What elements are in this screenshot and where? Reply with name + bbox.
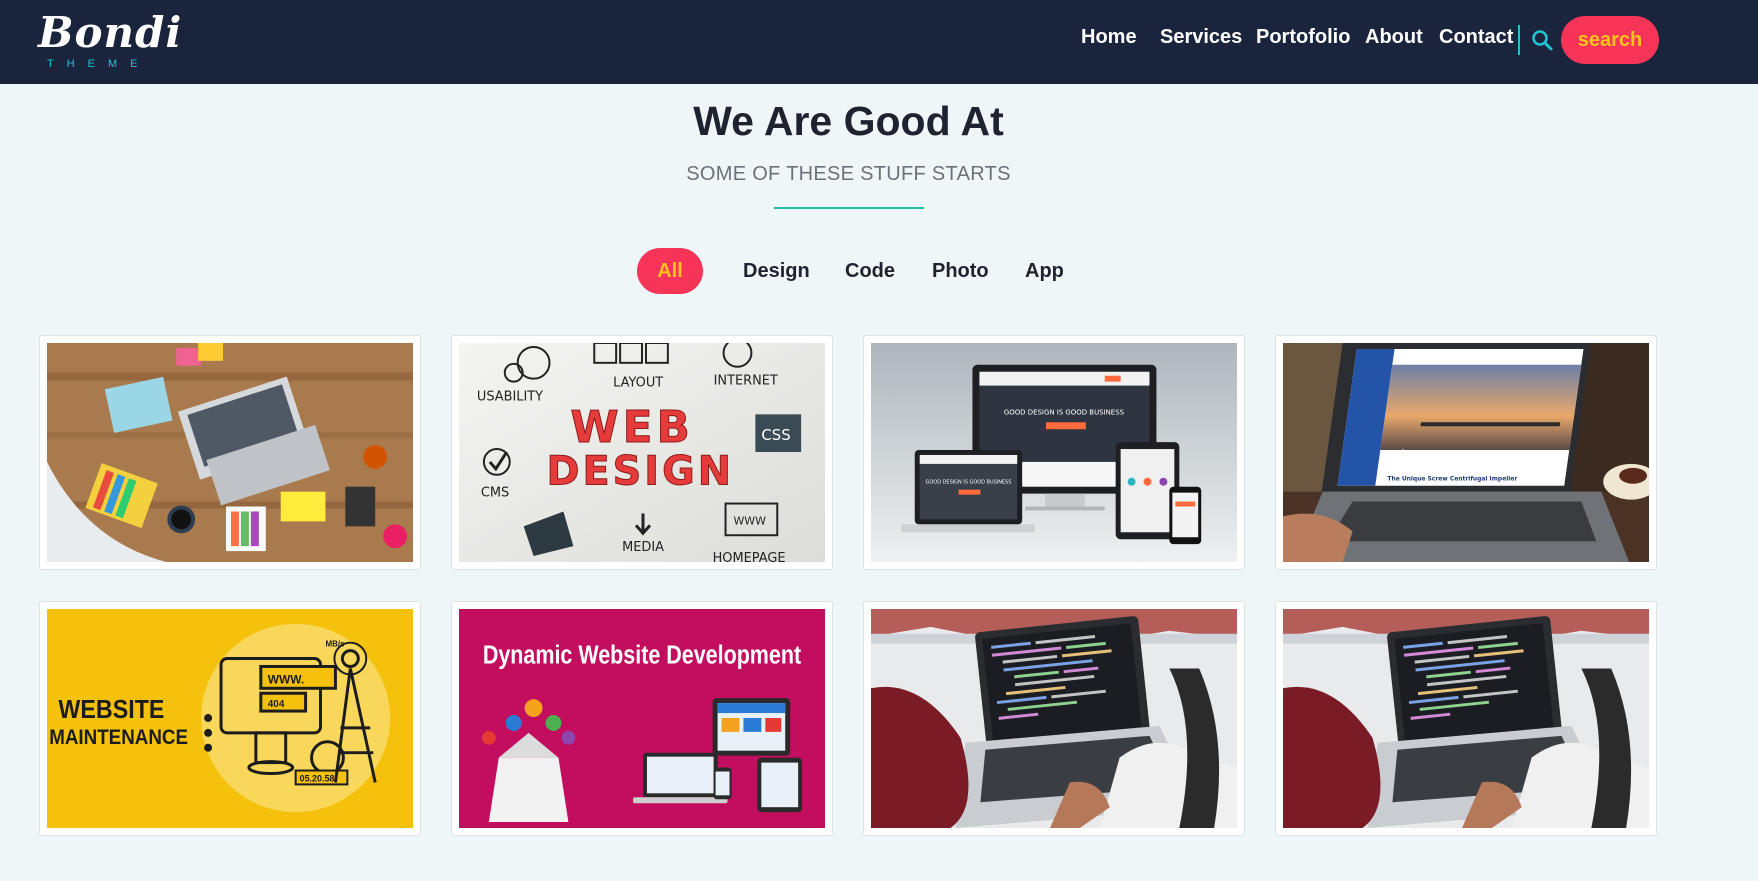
search-button[interactable]: search [1561, 16, 1659, 64]
maintenance-www: WWW. [268, 672, 304, 686]
web-design-image: USABILITY LAYOUT INTERNET WEB DESIGN CSS… [459, 343, 825, 562]
homepage-label: HOMEPAGE [713, 551, 786, 562]
maintenance-title-1: WEBSITE [58, 696, 164, 724]
workspace-laptop-image [47, 343, 413, 562]
nav-contact[interactable]: Contact [1439, 26, 1513, 49]
laptop-website-image: The Pump Experts The Unique Screw Centri… [1283, 343, 1649, 562]
web-label: WEB [570, 402, 693, 453]
internet-label: INTERNET [714, 374, 778, 389]
www-label: WWW [734, 514, 767, 527]
portfolio-item[interactable]: WEBSITE MAINTENANCE WWW. 404 05.20.58 MB… [39, 601, 421, 836]
coding-laptop-image [871, 609, 1237, 828]
usability-label: USABILITY [477, 389, 543, 404]
maintenance-timer: 05.20.58 [300, 773, 335, 783]
maintenance-title-2: MAINTENANCE [49, 726, 188, 749]
design-label: DESIGN [547, 449, 734, 495]
devices-headline-small: GOOD DESIGN IS GOOD BUSINESS [926, 480, 1012, 486]
css-label: CSS [761, 426, 790, 444]
filter-code[interactable]: Code [845, 248, 895, 294]
portfolio-item[interactable] [863, 601, 1245, 836]
filter-design[interactable]: Design [743, 248, 810, 294]
website-maintenance-image: WEBSITE MAINTENANCE WWW. 404 05.20.58 MB… [47, 609, 413, 828]
filter-app[interactable]: App [1025, 248, 1064, 294]
filter-all[interactable]: All [637, 248, 703, 294]
nav-divider [1518, 25, 1520, 55]
section-subtitle: SOME OF THESE STUFF STARTS [686, 163, 1011, 185]
brand-subtitle: THEME [47, 58, 151, 70]
portfolio-item[interactable]: USABILITY LAYOUT INTERNET WEB DESIGN CSS… [451, 335, 833, 570]
cms-label: CMS [481, 486, 509, 501]
portfolio-item[interactable]: GOOD DESIGN IS GOOD BUSINESS GOOD DESIGN… [863, 335, 1245, 570]
brand-name: Bondi [38, 8, 183, 57]
portfolio-item[interactable] [1275, 601, 1657, 836]
nav-portofolio[interactable]: Portofolio [1256, 26, 1350, 49]
layout-label: LAYOUT [613, 376, 663, 391]
dynamic-headline: Dynamic Website Development [483, 642, 802, 670]
brand-logo[interactable]: Bondi THEME [38, 8, 181, 72]
navbar: Bondi THEME Home Services Portofolio Abo… [0, 0, 1758, 84]
nav-home[interactable]: Home [1081, 26, 1137, 49]
pump-subheadline: The Unique Screw Centrifugal Impeller [1387, 476, 1517, 483]
nav-about[interactable]: About [1365, 26, 1423, 49]
portfolio-item[interactable]: The Pump Experts The Unique Screw Centri… [1275, 335, 1657, 570]
maintenance-404: 404 [268, 699, 285, 710]
pump-headline: The Pump Experts [1394, 449, 1496, 460]
devices-headline-large: GOOD DESIGN IS GOOD BUSINESS [1004, 408, 1125, 416]
dynamic-website-image: Dynamic Website Development [459, 609, 825, 828]
filter-photo[interactable]: Photo [932, 248, 989, 294]
nav-services[interactable]: Services [1160, 26, 1242, 49]
section-title: We Are Good At [693, 98, 1004, 144]
media-label: MEDIA [622, 540, 664, 555]
title-underline [774, 207, 924, 209]
responsive-devices-image: GOOD DESIGN IS GOOD BUSINESS GOOD DESIGN… [871, 343, 1237, 562]
coding-laptop-image [1283, 609, 1649, 828]
portfolio-item[interactable] [39, 335, 421, 570]
search-icon[interactable] [1531, 29, 1553, 51]
portfolio-item[interactable]: Dynamic Website Development [451, 601, 833, 836]
